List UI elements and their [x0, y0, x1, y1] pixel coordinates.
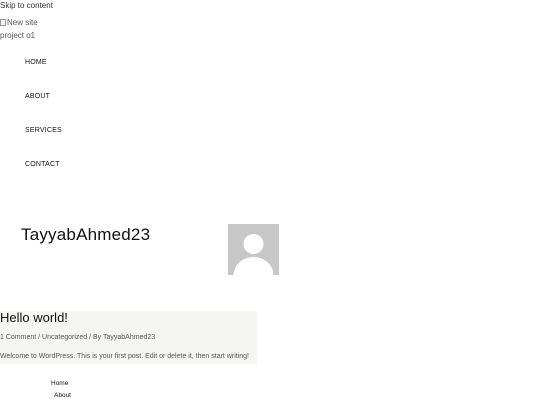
post-meta: 1 Comment / Uncategorized / By TayyabAhm…	[0, 334, 155, 341]
broken-image-icon	[0, 19, 6, 26]
footer-nav-item-home[interactable]: Home	[51, 380, 68, 387]
nav-item-home[interactable]: HOME	[25, 59, 47, 66]
post-comments-link[interactable]: 1 Comment	[0, 334, 36, 341]
author-avatar	[228, 224, 279, 275]
nav-item-services[interactable]: SERVICES	[25, 127, 62, 134]
page: Skip to content New site project o1 HOME…	[0, 0, 540, 405]
logo-alt-text-line1: New site	[7, 18, 38, 27]
nav-item-contact[interactable]: CONTACT	[25, 161, 60, 168]
post-excerpt: Welcome to WordPress. This is your first…	[0, 353, 249, 360]
nav-item-about[interactable]: ABOUT	[25, 93, 50, 100]
footer-nav-item-about[interactable]: About	[54, 392, 71, 399]
skip-to-content-link[interactable]: Skip to content	[0, 1, 53, 10]
post-author-link[interactable]: TayyabAhmed23	[103, 334, 155, 341]
meta-by-separator: / By	[87, 334, 103, 341]
post-category-link[interactable]: Uncategorized	[42, 334, 87, 341]
post-title-link[interactable]: Hello world!	[0, 310, 68, 325]
logo-alt-text-line2: project o1	[0, 31, 36, 40]
site-logo-broken-image[interactable]: New site project o1	[0, 16, 44, 42]
default-user-avatar-icon	[228, 224, 279, 275]
author-name-heading: TayyabAhmed23	[21, 225, 151, 244]
